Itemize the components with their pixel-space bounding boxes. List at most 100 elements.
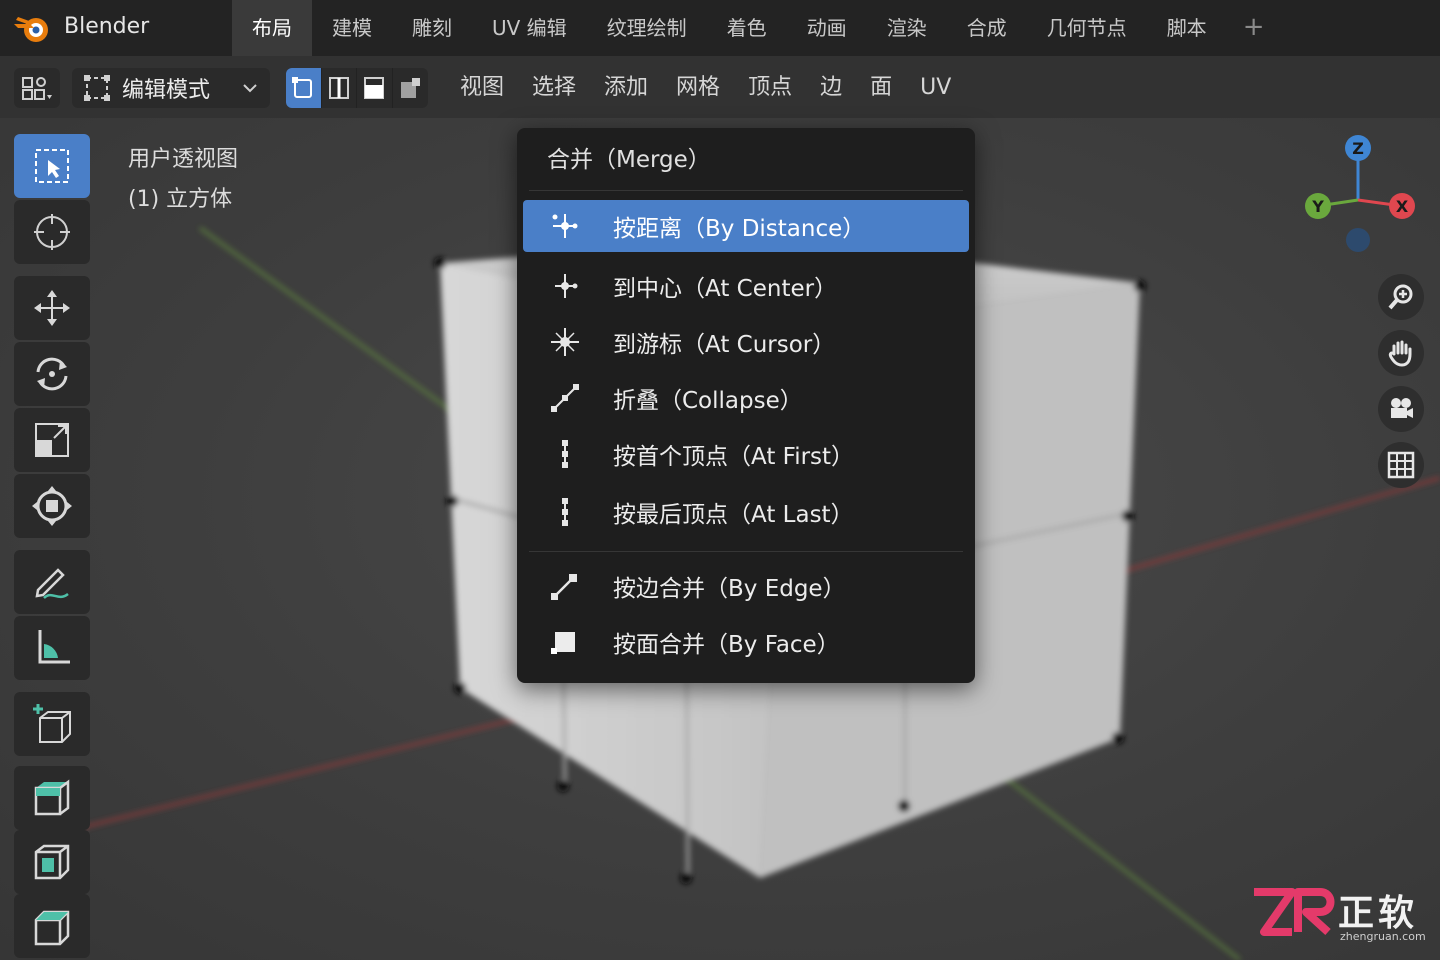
merge-menu-title: 合并（Merge）: [547, 147, 711, 173]
watermark-brand: 正软: [1338, 893, 1419, 934]
menu-vertex[interactable]: 顶点: [734, 68, 806, 108]
face-merge-icon: [551, 632, 575, 654]
workspace-tabs: 布局 建模 雕刻 UV 编辑 纹理绘制 着色 动画 渲染 合成 几何节点 脚本 …: [232, 0, 1280, 56]
merge-center-icon: [555, 274, 578, 298]
select-box-tool[interactable]: [14, 134, 90, 198]
merge-by-distance-label: 按距离（By Distance）: [613, 216, 866, 242]
menu-face[interactable]: 面: [856, 68, 906, 108]
zoom-button[interactable]: [1378, 274, 1424, 320]
edge-select-icon: [328, 77, 349, 99]
merge-at-first-label: 按首个顶点（At First）: [613, 444, 855, 470]
zoom-icon: [1388, 284, 1413, 310]
merge-at-last-label: 按最后顶点（At Last）: [613, 502, 854, 528]
scale-icon: [35, 423, 69, 457]
merge-at-center-item[interactable]: 到中心（At Center）: [523, 260, 969, 312]
pencil-icon: [35, 568, 69, 599]
move-icon: [34, 290, 70, 326]
vertex-first-icon: [562, 440, 568, 468]
tab-animation[interactable]: 动画: [787, 0, 867, 56]
menu-divider: [529, 551, 963, 552]
watermark-domain: zhengruan.com: [1340, 930, 1426, 943]
menu-divider: [529, 190, 963, 191]
tab-shading[interactable]: 着色: [707, 0, 787, 56]
merge-at-center-label: 到中心（At Center）: [613, 276, 838, 302]
camera-view-button[interactable]: [1378, 386, 1424, 432]
select-mode-group: [286, 68, 428, 108]
edge-select-button[interactable]: [322, 68, 357, 108]
merge-at-last-item[interactable]: 按最后顶点（At Last）: [523, 486, 969, 538]
merge-by-distance-item[interactable]: 按距离（By Distance）: [523, 200, 969, 252]
add-workspace-button[interactable]: +: [1227, 0, 1281, 56]
vertex-select-button[interactable]: [286, 68, 322, 108]
merge-by-face-label: 按面合并（By Face）: [613, 632, 840, 658]
tab-rendering[interactable]: 渲染: [867, 0, 947, 56]
merge-menu: 合并（Merge） 按距离（By Distance） 到中心（At Center…: [517, 128, 975, 683]
menu-edge[interactable]: 边: [806, 68, 856, 108]
tab-layout[interactable]: 布局: [232, 0, 312, 56]
menu-add[interactable]: 添加: [590, 68, 662, 108]
cursor-tool[interactable]: [14, 200, 90, 264]
add-cube-tool[interactable]: [14, 692, 90, 756]
viewport-header: 编辑模式 视图 选择 添加 网格 顶点 边 面 UV: [0, 56, 1440, 118]
merge-by-edge-item[interactable]: 按边合并（By Edge）: [523, 560, 969, 612]
bevel-tool[interactable]: [14, 894, 90, 958]
merge-at-first-item[interactable]: 按首个顶点（At First）: [523, 428, 969, 480]
camera-icon: [1391, 398, 1413, 418]
ruler-icon: [38, 630, 70, 664]
collapse-label: 折叠（Collapse）: [613, 388, 803, 414]
menu-select[interactable]: 选择: [518, 68, 590, 108]
tab-modeling[interactable]: 建模: [312, 0, 392, 56]
tab-sculpting[interactable]: 雕刻: [392, 0, 472, 56]
extrude-tool[interactable]: [14, 766, 90, 830]
pan-button[interactable]: [1378, 330, 1424, 376]
xray-icon: [401, 78, 421, 98]
tab-compositing[interactable]: 合成: [947, 0, 1027, 56]
add-cube-icon: [33, 704, 71, 743]
menu-view[interactable]: 视图: [446, 68, 518, 108]
merge-by-edge-label: 按边合并（By Edge）: [613, 576, 846, 602]
face-select-button[interactable]: [357, 68, 393, 108]
viewport-info: 用户透视图 (1) 立方体: [128, 140, 238, 220]
tab-uv-editing[interactable]: UV 编辑: [472, 0, 587, 56]
cursor-icon: [34, 214, 70, 250]
tab-geometry-nodes[interactable]: 几何节点: [1027, 0, 1147, 56]
rotate-icon: [36, 357, 68, 391]
neg-z-axis-handle: [1346, 228, 1370, 252]
merge-distance-icon: [552, 214, 578, 238]
ortho-toggle-button[interactable]: [1378, 442, 1424, 488]
blender-logo-icon[interactable]: [12, 10, 52, 46]
mode-label: 编辑模式: [122, 78, 211, 103]
chevron-down-icon: [243, 84, 257, 93]
top-bar: Blender 布局 建模 雕刻 UV 编辑 纹理绘制 着色 动画 渲染 合成 …: [0, 0, 1440, 56]
mode-dropdown[interactable]: 编辑模式: [72, 68, 270, 108]
hand-icon: [1388, 340, 1412, 367]
tab-texture-paint[interactable]: 纹理绘制: [587, 0, 707, 56]
inset-icon: [34, 844, 70, 880]
rotate-tool[interactable]: [14, 342, 90, 406]
select-box-icon: [35, 149, 69, 183]
transform-tool[interactable]: [14, 474, 90, 538]
vertex-last-icon: [562, 498, 568, 526]
measure-tool[interactable]: [14, 616, 90, 680]
navigation-gizmo[interactable]: Z X Y: [1296, 128, 1426, 268]
editor-type-button[interactable]: [14, 68, 60, 108]
merge-by-face-item[interactable]: 按面合并（By Face）: [523, 616, 969, 668]
collapse-item[interactable]: 折叠（Collapse）: [523, 372, 969, 424]
view-name: 用户透视图: [128, 147, 239, 172]
merge-at-cursor-item[interactable]: 到游标（At Cursor）: [523, 316, 969, 368]
face-select-icon: [364, 77, 385, 99]
y-axis-label: Y: [1311, 197, 1324, 216]
edit-mode-icon: [84, 75, 110, 101]
menu-mesh[interactable]: 网格: [662, 68, 734, 108]
scale-tool[interactable]: [14, 408, 90, 472]
menu-uv[interactable]: UV: [906, 68, 965, 108]
xray-toggle-button[interactable]: [393, 68, 429, 108]
move-tool[interactable]: [14, 276, 90, 340]
tab-scripting[interactable]: 脚本: [1147, 0, 1227, 56]
merge-at-cursor-label: 到游标（At Cursor）: [613, 332, 836, 358]
annotate-tool[interactable]: [14, 550, 90, 614]
merge-cursor-icon: [551, 328, 579, 356]
active-object-name: (1) 立方体: [128, 187, 233, 212]
inset-tool[interactable]: [14, 830, 90, 894]
collapse-icon: [551, 384, 579, 412]
